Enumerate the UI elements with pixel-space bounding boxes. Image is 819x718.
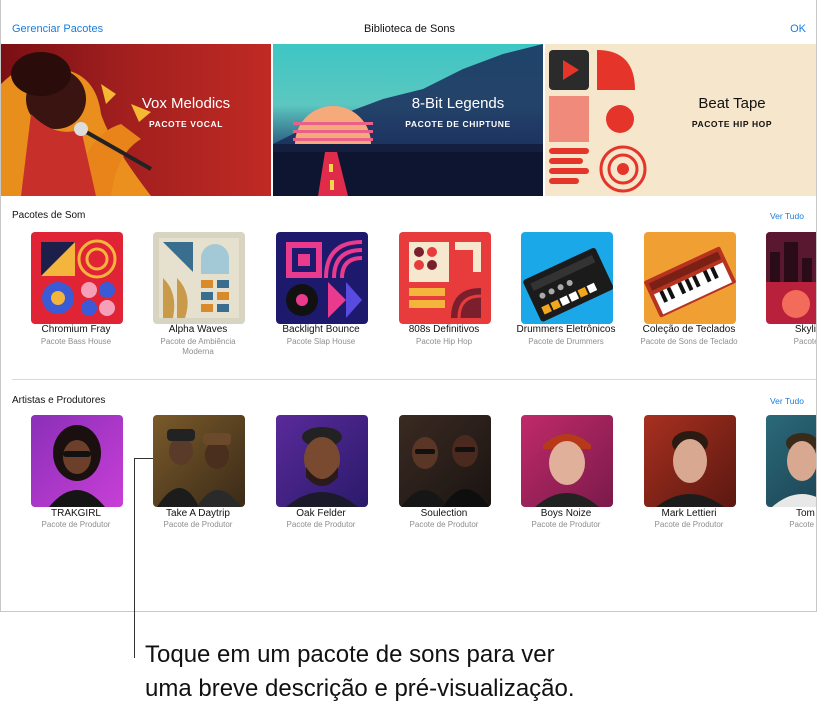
artist-name: Oak Felder <box>296 508 346 519</box>
artist-type: Pacote de Produtor <box>531 520 601 529</box>
pack-tile-skyline[interactable] <box>766 232 816 324</box>
callout-leader-line <box>134 458 135 658</box>
artist-tile-oak-felder[interactable] <box>276 415 368 507</box>
banner-subtitle: PACOTE HIP HOP <box>691 119 773 129</box>
artist-type: Pacote de Produtor <box>286 520 356 529</box>
artist-type: Pacote de Produtor <box>163 520 233 529</box>
banner-title: Beat Tape <box>698 95 766 112</box>
pack-name: Drummers Eletrônicos <box>516 324 616 335</box>
sound-library-screen: Gerenciar Pacotes Biblioteca de Sons OK … <box>0 0 817 612</box>
drummers-eletronicos-artwork <box>523 247 613 322</box>
pack-name: Chromium Fray <box>41 324 111 335</box>
pack-tile-alpha-waves[interactable] <box>153 232 245 324</box>
artist-tile-tom-m[interactable] <box>766 415 816 507</box>
pack-type: Pacote Slap House <box>286 337 356 346</box>
section-divider <box>12 379 816 380</box>
artist-name: Take A Daytrip <box>166 508 230 519</box>
banner-subtitle: PACOTE VOCAL <box>148 119 224 129</box>
artist-name: Soulection <box>420 508 468 519</box>
pack-tile-colecao-de-teclados[interactable] <box>644 232 736 324</box>
pack-tile-chromium-fray[interactable] <box>31 232 123 324</box>
take-a-daytrip-photo <box>157 429 241 507</box>
artist-name: Boys Noize <box>540 508 592 519</box>
pack-type: Pacote Hip Hop <box>415 337 473 346</box>
callout-line-1: Toque em um pacote de sons para ver <box>145 641 555 668</box>
pack-name: Skyline <box>794 324 816 335</box>
pack-tile-drummers-eletronicos[interactable] <box>521 232 613 324</box>
colecao-de-teclados-artwork <box>644 246 736 318</box>
artist-type: Pacote de P <box>789 520 816 529</box>
pack-name: Alpha Waves <box>168 324 228 335</box>
pack-name: Backlight Bounce <box>282 324 360 335</box>
banner-vox-melodics[interactable]: Vox Melodics PACOTE VOCAL <box>1 44 271 196</box>
banner-title: 8-Bit Legends <box>411 95 505 112</box>
artist-tile-mark-lettieri[interactable] <box>644 415 736 507</box>
pack-type: Pacote de Sons de Teclado <box>640 337 738 346</box>
callout-line-2: uma breve descrição e pré-visualização. <box>145 675 575 702</box>
page-title: Biblioteca de Sons <box>363 23 456 35</box>
banner-beat-tape[interactable]: Beat Tape PACOTE HIP HOP <box>545 44 816 196</box>
artists-heading: Artistas e Produtores <box>12 395 106 406</box>
808s-definitivos-artwork <box>409 242 482 319</box>
chromium-fray-artwork <box>41 239 117 316</box>
beat-tape-artwork <box>549 50 647 193</box>
alpha-waves-artwork <box>159 238 239 318</box>
artist-tile-take-a-daytrip[interactable] <box>153 415 245 507</box>
artist-name: Tom M <box>796 508 816 519</box>
pack-name: 808s Definitivos <box>408 324 480 335</box>
pack-type: Pacote Bass House <box>40 337 112 346</box>
soulection-photo <box>401 435 489 507</box>
pack-name: Coleção de Teclados <box>642 324 736 335</box>
artist-tile-boys-noize[interactable] <box>521 415 613 507</box>
sound-packs-heading: Pacotes de Som <box>12 210 86 221</box>
artists-see-all-link[interactable]: Ver Tudo <box>770 396 804 406</box>
navigation-bar: Gerenciar Pacotes Biblioteca de Sons OK <box>1 0 816 44</box>
banner-subtitle: PACOTE DE CHIPTUNE <box>405 119 511 129</box>
pack-type: Pacote de Drummers <box>528 337 604 346</box>
artist-name: Mark Lettieri <box>661 508 717 519</box>
sound-packs-see-all-link[interactable]: Ver Tudo <box>770 211 804 221</box>
pack-tile-808s-definitivos[interactable] <box>399 232 491 324</box>
pack-type: Pacote de Ambiência Moderna <box>160 337 236 356</box>
artist-type: Pacote de Produtor <box>41 520 111 529</box>
artist-name: TRAKGIRL <box>50 508 101 519</box>
trakgirl-photo <box>49 425 105 507</box>
artist-tile-trakgirl[interactable] <box>31 415 123 507</box>
banner-title: Vox Melodics <box>141 95 231 112</box>
pack-type: Pacote Hi <box>793 337 817 346</box>
backlight-bounce-artwork <box>286 240 363 318</box>
artist-type: Pacote de Produtor <box>409 520 479 529</box>
boys-noize-photo <box>535 434 599 507</box>
pack-tile-backlight-bounce[interactable] <box>276 232 368 324</box>
tom-m-photo <box>772 433 816 507</box>
skyline-artwork <box>766 232 816 318</box>
callout-leader-tick <box>134 458 153 459</box>
artist-tile-soulection[interactable] <box>399 415 491 507</box>
oak-felder-photo <box>286 427 358 507</box>
callout-caption: Toque em um pacote de sons para ver uma … <box>145 638 575 706</box>
ok-button[interactable]: OK <box>790 23 806 35</box>
artist-type: Pacote de Produtor <box>654 520 724 529</box>
banner-8bit-legends[interactable]: 8-Bit Legends PACOTE DE CHIPTUNE <box>273 44 543 196</box>
mark-lettieri-photo <box>656 431 724 507</box>
